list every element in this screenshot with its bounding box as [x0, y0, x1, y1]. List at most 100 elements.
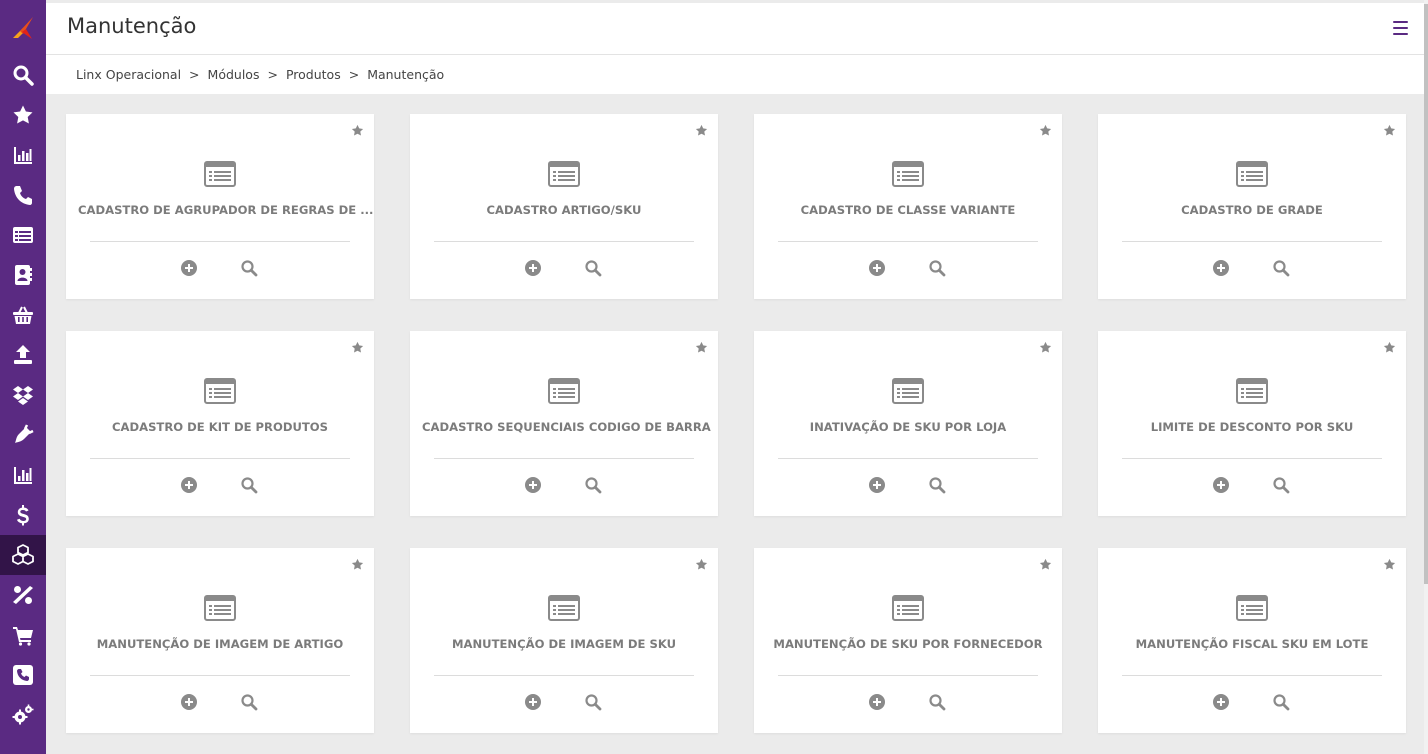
- cubes-icon: [12, 544, 34, 565]
- list-document-icon: [204, 595, 236, 621]
- search-icon[interactable]: [1272, 259, 1290, 277]
- add-circle-icon[interactable]: [868, 693, 886, 711]
- add-circle-icon[interactable]: [1212, 259, 1230, 277]
- breadcrumb-separator: >: [189, 67, 200, 82]
- sidebar: [0, 0, 46, 754]
- list-document-icon: [892, 161, 924, 187]
- module-card[interactable]: MANUTENÇÃO DE SKU POR FORNECEDOR: [754, 548, 1062, 733]
- linx-logo[interactable]: [0, 0, 46, 56]
- card-title[interactable]: INATIVAÇÃO DE SKU POR LOJA: [754, 420, 1062, 434]
- sidebar-item-cogs[interactable]: [0, 695, 46, 735]
- sidebar-item-chart[interactable]: [0, 455, 46, 495]
- favorite-star-icon[interactable]: [351, 558, 364, 571]
- list-document-icon: [1236, 161, 1268, 187]
- search-icon[interactable]: [240, 476, 258, 494]
- scrollbar-thumb[interactable]: [1424, 4, 1428, 584]
- add-circle-icon[interactable]: [524, 476, 542, 494]
- list-document-icon: [548, 161, 580, 187]
- favorite-star-icon[interactable]: [1383, 341, 1396, 354]
- sidebar-item-cubes[interactable]: [0, 535, 46, 575]
- sidebar-item-upload[interactable]: [0, 335, 46, 375]
- sidebar-item-phone[interactable]: [0, 175, 46, 215]
- favorite-star-icon[interactable]: [1039, 558, 1052, 571]
- bar-chart-icon: [14, 147, 32, 164]
- favorite-star-icon[interactable]: [695, 341, 708, 354]
- list-document-icon: [1236, 378, 1268, 404]
- breadcrumb-item-linx-operacional[interactable]: Linx Operacional: [76, 67, 181, 82]
- sidebar-item-plug[interactable]: [0, 415, 46, 455]
- add-circle-icon[interactable]: [524, 693, 542, 711]
- card-title[interactable]: MANUTENÇÃO DE IMAGEM DE SKU: [410, 637, 718, 651]
- card-title[interactable]: CADASTRO DE KIT DE PRODUTOS: [66, 420, 374, 434]
- card-title[interactable]: LIMITE DE DESCONTO POR SKU: [1098, 420, 1406, 434]
- card-title[interactable]: MANUTENÇÃO FISCAL SKU EM LOTE: [1098, 637, 1406, 651]
- module-card[interactable]: CADASTRO DE KIT DE PRODUTOS: [66, 331, 374, 516]
- card-divider: [90, 458, 350, 459]
- add-circle-icon[interactable]: [180, 476, 198, 494]
- sidebar-item-dollar[interactable]: [0, 495, 46, 535]
- card-divider: [434, 675, 694, 676]
- search-icon[interactable]: [584, 476, 602, 494]
- module-card[interactable]: MANUTENÇÃO FISCAL SKU EM LOTE: [1098, 548, 1406, 733]
- search-icon[interactable]: [240, 693, 258, 711]
- card-divider: [434, 241, 694, 242]
- module-card[interactable]: MANUTENÇÃO DE IMAGEM DE SKU: [410, 548, 718, 733]
- card-title[interactable]: CADASTRO DE CLASSE VARIANTE: [754, 203, 1062, 217]
- sidebar-item-percent[interactable]: [0, 575, 46, 615]
- favorite-star-icon[interactable]: [351, 341, 364, 354]
- module-card[interactable]: CADASTRO ARTIGO/SKU: [410, 114, 718, 299]
- add-circle-icon[interactable]: [1212, 693, 1230, 711]
- add-circle-icon[interactable]: [180, 693, 198, 711]
- page-title: Manutenção: [67, 14, 197, 38]
- search-icon[interactable]: [240, 259, 258, 277]
- add-circle-icon[interactable]: [1212, 476, 1230, 494]
- favorite-star-icon[interactable]: [1039, 341, 1052, 354]
- sidebar-item-search[interactable]: [0, 55, 46, 95]
- menu-icon[interactable]: [1393, 21, 1408, 35]
- sidebar-item-list[interactable]: [0, 215, 46, 255]
- search-icon[interactable]: [1272, 693, 1290, 711]
- module-card[interactable]: MANUTENÇÃO DE IMAGEM DE ARTIGO: [66, 548, 374, 733]
- card-title[interactable]: MANUTENÇÃO DE SKU POR FORNECEDOR: [754, 637, 1062, 651]
- dropbox-icon: [13, 386, 33, 405]
- favorite-star-icon[interactable]: [1039, 124, 1052, 137]
- favorite-star-icon[interactable]: [695, 124, 708, 137]
- add-circle-icon[interactable]: [868, 259, 886, 277]
- search-icon[interactable]: [584, 693, 602, 711]
- sidebar-item-cart[interactable]: [0, 615, 46, 655]
- favorite-star-icon[interactable]: [351, 124, 364, 137]
- breadcrumb-item-modulos[interactable]: Módulos: [208, 67, 260, 82]
- search-icon[interactable]: [584, 259, 602, 277]
- favorite-star-icon[interactable]: [1383, 558, 1396, 571]
- module-card[interactable]: CADASTRO DE CLASSE VARIANTE: [754, 114, 1062, 299]
- module-card[interactable]: INATIVAÇÃO DE SKU POR LOJA: [754, 331, 1062, 516]
- add-circle-icon[interactable]: [180, 259, 198, 277]
- sidebar-item-star[interactable]: [0, 95, 46, 135]
- search-icon[interactable]: [928, 476, 946, 494]
- module-card[interactable]: LIMITE DE DESCONTO POR SKU: [1098, 331, 1406, 516]
- sidebar-item-bar-chart[interactable]: [0, 135, 46, 175]
- card-title[interactable]: CADASTRO DE GRADE: [1098, 203, 1406, 217]
- search-icon[interactable]: [1272, 476, 1290, 494]
- card-title[interactable]: CADASTRO ARTIGO/SKU: [410, 203, 718, 217]
- card-title[interactable]: MANUTENÇÃO DE IMAGEM DE ARTIGO: [66, 637, 374, 651]
- sidebar-item-basket[interactable]: [0, 295, 46, 335]
- favorite-star-icon[interactable]: [695, 558, 708, 571]
- search-icon[interactable]: [928, 693, 946, 711]
- sidebar-item-phone-square[interactable]: [0, 655, 46, 695]
- card-title[interactable]: CADASTRO SEQUENCIAIS CODIGO DE BARRA: [410, 420, 718, 434]
- cart-icon: [13, 627, 33, 646]
- search-icon[interactable]: [928, 259, 946, 277]
- sidebar-item-dropbox[interactable]: [0, 375, 46, 415]
- add-circle-icon[interactable]: [868, 476, 886, 494]
- module-card[interactable]: CADASTRO SEQUENCIAIS CODIGO DE BARRA: [410, 331, 718, 516]
- list-document-icon: [204, 378, 236, 404]
- card-title[interactable]: CADASTRO DE AGRUPADOR DE REGRAS DE ...: [66, 203, 374, 217]
- module-card[interactable]: CADASTRO DE AGRUPADOR DE REGRAS DE ...: [66, 114, 374, 299]
- favorite-star-icon[interactable]: [1383, 124, 1396, 137]
- add-circle-icon[interactable]: [524, 259, 542, 277]
- sidebar-item-contacts[interactable]: [0, 255, 46, 295]
- module-card[interactable]: CADASTRO DE GRADE: [1098, 114, 1406, 299]
- card-divider: [90, 675, 350, 676]
- breadcrumb-item-produtos[interactable]: Produtos: [286, 67, 341, 82]
